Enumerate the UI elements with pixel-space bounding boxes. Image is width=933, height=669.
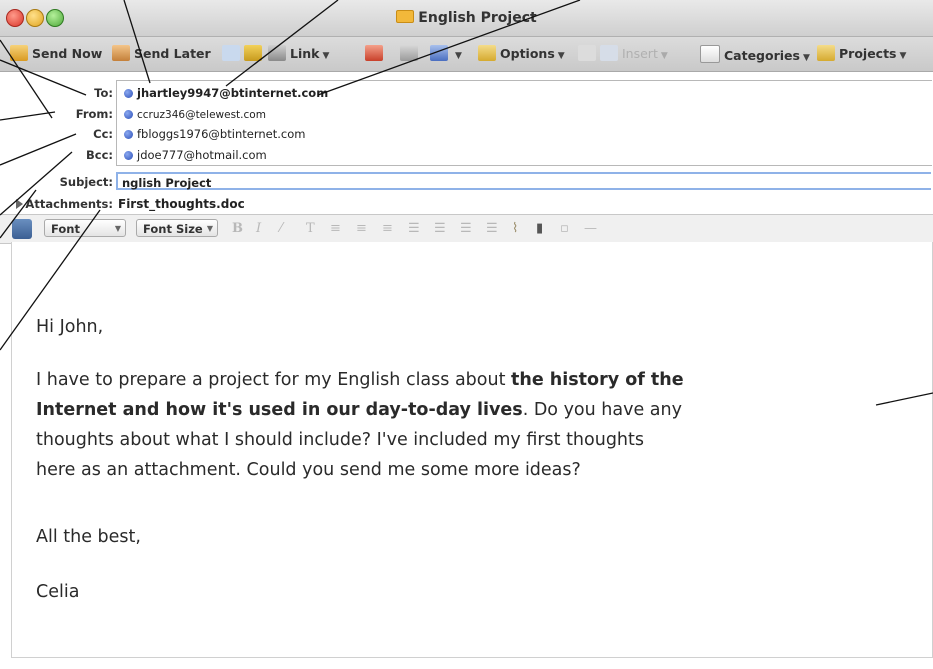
window-title-wrap: English Project — [0, 10, 933, 26]
folder-icon — [396, 10, 415, 23]
signature-button[interactable]: ▼ — [430, 45, 462, 61]
paperclip-icon — [400, 45, 418, 61]
cc-label: Cc: — [93, 127, 113, 141]
italic-icon[interactable]: I — [256, 221, 261, 236]
options-button[interactable]: Options ▼ — [478, 45, 565, 61]
closing-line: All the best, — [36, 527, 141, 547]
horizontal-rule-icon[interactable]: — — [584, 221, 597, 236]
annotation-line — [0, 111, 56, 121]
to-address: jhartley9947@btinternet.com — [137, 86, 329, 100]
contact-dot-icon — [124, 110, 133, 119]
font-size-select[interactable]: Font Size ▼ — [136, 219, 218, 237]
align-right-icon[interactable]: ≡ — [382, 221, 393, 236]
address-book-icon — [244, 45, 262, 61]
attachment-file[interactable]: First_thoughts.doc — [118, 197, 245, 211]
paragraph-text: . Do you have any — [522, 400, 682, 420]
to-label: To: — [94, 86, 113, 100]
font-size-value: Font Size — [143, 222, 203, 236]
from-label: From: — [75, 107, 113, 121]
attachments-label: Attachments: — [25, 197, 113, 211]
from-field[interactable]: ccruz346@telewest.com — [124, 107, 266, 121]
options-icon — [478, 45, 496, 61]
contact-dot-icon — [124, 130, 133, 139]
annotation-line — [0, 133, 77, 166]
paragraph-bold-text: Internet and how it's used in our day-to… — [36, 400, 523, 420]
window-title: English Project — [418, 10, 537, 26]
color-picker-icon[interactable]: ▮ — [536, 221, 543, 236]
projects-label: Projects — [839, 46, 897, 61]
font-select[interactable]: Font ▼ — [44, 219, 126, 237]
message-paragraph: I have to prepare a project for my Engli… — [36, 365, 684, 485]
cc-field[interactable]: fbloggs1976@btinternet.com — [124, 127, 305, 141]
contact-dot-icon — [124, 89, 133, 98]
align-center-icon[interactable]: ≡ — [356, 221, 367, 236]
delete-button[interactable] — [365, 45, 387, 61]
link-button[interactable]: Link ▼ — [268, 45, 329, 61]
highlight-icon[interactable]: ⌇ — [512, 221, 518, 236]
paragraph-text: here as an attachment. Could you send me… — [36, 460, 581, 480]
format-palette-icon[interactable] — [12, 219, 32, 239]
categories-label: Categories — [724, 48, 800, 63]
bold-icon[interactable]: B — [232, 221, 243, 236]
categories-button[interactable]: Categories ▼ — [700, 45, 810, 63]
send-now-button[interactable]: Send Now — [10, 45, 102, 61]
categories-icon — [700, 45, 720, 63]
chevron-down-icon: ▼ — [455, 51, 462, 61]
indent-icon[interactable]: ☰ — [486, 221, 498, 236]
send-later-icon — [112, 45, 130, 61]
attach-button[interactable] — [400, 45, 422, 61]
contact-dot-icon — [124, 151, 133, 160]
bcc-address: jdoe777@hotmail.com — [137, 148, 267, 162]
underline-icon[interactable]: ⁄ — [280, 221, 282, 236]
chevron-down-icon: ▼ — [557, 51, 565, 61]
outdent-icon[interactable]: ☰ — [460, 221, 472, 236]
format-bar: Font ▼ Font Size ▼ B I ⁄ T ≡ ≡ ≡ ☰ ☰ ☰ ☰… — [0, 214, 933, 244]
chevron-down-icon: ▼ — [660, 51, 668, 61]
greeting-line: Hi John, — [36, 317, 104, 337]
title-bar: English Project — [0, 0, 933, 37]
trash-icon — [365, 45, 383, 61]
chevron-down-icon: ▼ — [322, 51, 330, 61]
cc-address: fbloggs1976@btinternet.com — [137, 127, 306, 141]
insert-button[interactable]: Insert ▼ — [578, 45, 668, 61]
align-left-icon[interactable]: ≡ — [330, 221, 341, 236]
link-icon — [268, 45, 286, 61]
paragraph-text: I have to prepare a project for my Engli… — [36, 370, 512, 390]
list-icon — [578, 45, 596, 61]
chevron-down-icon: ▼ — [206, 224, 213, 233]
numbered-list-icon[interactable]: ☰ — [434, 221, 446, 236]
text-color-icon[interactable]: T — [306, 221, 315, 236]
chevron-down-icon: ▼ — [899, 51, 907, 61]
from-address: ccruz346@telewest.com — [137, 109, 266, 121]
picture-icon[interactable]: ▫ — [560, 221, 569, 236]
person-icon — [222, 45, 240, 61]
paragraph-bold-text: the history of the — [511, 370, 684, 390]
insert-label: Insert — [622, 46, 658, 61]
bullet-list-icon[interactable]: ☰ — [408, 221, 420, 236]
options-label: Options — [500, 46, 555, 61]
chevron-down-icon: ▼ — [114, 224, 121, 233]
subject-label: Subject: — [59, 175, 113, 189]
projects-icon — [817, 45, 835, 61]
toolbar: Send Now Send Later Link ▼ ▼ Options ▼ Ins… — [0, 37, 933, 72]
to-field[interactable]: jhartley9947@btinternet.com — [124, 86, 328, 100]
attach-toolbar-icons[interactable] — [222, 45, 266, 61]
send-later-button[interactable]: Send Later — [112, 45, 211, 61]
disclosure-triangle-icon[interactable] — [16, 199, 23, 209]
signature-line: Celia — [36, 582, 80, 602]
image-icon — [600, 45, 618, 61]
bcc-label: Bcc: — [86, 148, 113, 162]
bcc-field[interactable]: jdoe777@hotmail.com — [124, 148, 267, 162]
pen-icon — [430, 45, 448, 61]
link-label: Link — [290, 46, 320, 61]
send-icon — [10, 45, 28, 61]
message-body[interactable]: Hi John, I have to prepare a project for… — [11, 242, 933, 658]
send-now-label: Send Now — [32, 46, 103, 61]
paragraph-text: thoughts about what I should include? I'… — [36, 430, 645, 450]
subject-input[interactable]: nglish Project — [116, 172, 931, 190]
chevron-down-icon: ▼ — [802, 53, 810, 63]
font-select-value: Font — [51, 222, 80, 236]
send-later-label: Send Later — [134, 46, 211, 61]
projects-button[interactable]: Projects ▼ — [817, 45, 906, 61]
